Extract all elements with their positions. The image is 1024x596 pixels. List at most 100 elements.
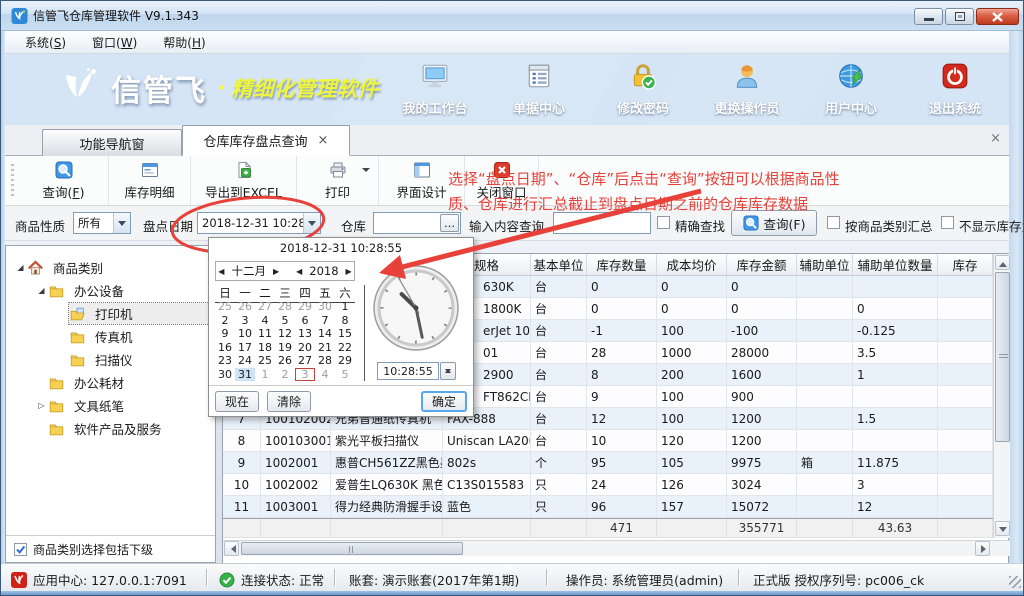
menu-item-0[interactable]: 系统(S) — [15, 32, 76, 53]
calendar-day[interactable]: 11 — [255, 327, 275, 341]
column-header-unit[interactable]: 基本单位 — [531, 254, 587, 275]
prev-year-icon[interactable]: ◀ — [294, 267, 304, 276]
banner-item-operator[interactable]: 更换操作员 — [707, 62, 787, 117]
table-row[interactable]: 111003001得力经典防滑握手设蓝色只961571507212 — [223, 496, 993, 518]
toolbar-print-button[interactable]: 打印 — [297, 156, 379, 205]
table-row[interactable]: 101002002爱普生LQ630K 黑色色C13S015583只2412630… — [223, 474, 993, 496]
calendar-day[interactable]: 21 — [315, 341, 335, 355]
column-header-price[interactable]: 成本均价 — [657, 254, 727, 275]
calendar-day[interactable]: 28 — [315, 354, 335, 368]
tree-item-1[interactable]: ◢办公设备 — [6, 279, 215, 302]
calendar-day[interactable]: 23 — [215, 354, 235, 368]
calendar-day[interactable]: 19 — [275, 341, 295, 355]
tree-item-2[interactable]: 打印机 — [6, 302, 215, 325]
exact-match-checkbox[interactable] — [657, 216, 670, 229]
calendar-day[interactable]: 26 — [275, 354, 295, 368]
scroll-left-button[interactable] — [224, 541, 239, 556]
ok-button[interactable]: 确定 — [421, 391, 467, 412]
time-stepper[interactable] — [440, 362, 456, 380]
calendar-day[interactable]: 31 — [235, 368, 255, 382]
calendar-day[interactable]: 29 — [335, 354, 355, 368]
tab-stock-check-query[interactable]: 仓库库存盘点查询 × — [182, 125, 350, 156]
banner-item-documents[interactable]: 单据中心 — [499, 62, 579, 117]
calendar-day[interactable]: 14 — [315, 327, 335, 341]
calendar-day[interactable]: 4 — [315, 368, 335, 382]
calendar-day[interactable]: 5 — [275, 314, 295, 328]
calendar-day[interactable]: 30 — [215, 368, 235, 382]
product-nature-select[interactable]: 所有 — [73, 212, 131, 234]
calendar-day[interactable]: 28 — [275, 300, 295, 314]
toolbar-search-button[interactable]: 查询(F) — [19, 156, 109, 205]
calendar-day[interactable]: 18 — [255, 341, 275, 355]
menu-item-2[interactable]: 帮助(H) — [153, 32, 215, 53]
tree-item-0[interactable]: ◢商品类别 — [6, 256, 215, 279]
calendar-day[interactable]: 8 — [335, 314, 355, 328]
now-button[interactable]: 现在 — [215, 391, 259, 412]
tree-expander-icon[interactable]: ▷ — [35, 401, 48, 410]
tree-item-5[interactable]: 办公耗材 — [6, 371, 215, 394]
banner-item-password[interactable]: 修改密码 — [603, 62, 683, 117]
tree-item-4[interactable]: 扫描仪 — [6, 348, 215, 371]
column-header-aux_qty[interactable]: 辅助单位数量 — [853, 254, 938, 275]
resize-grip[interactable] — [1009, 576, 1021, 588]
column-header-amount[interactable]: 库存金额 — [727, 254, 797, 275]
calendar-day[interactable]: 13 — [295, 327, 315, 341]
restore-button[interactable] — [945, 8, 974, 25]
banner-item-exit[interactable]: 退出系统 — [915, 62, 995, 117]
clear-button[interactable]: 清除 — [267, 391, 311, 412]
calendar-day[interactable]: 1 — [335, 300, 355, 314]
chevron-down-icon[interactable] — [303, 213, 320, 233]
horizontal-scrollbar[interactable] — [223, 540, 1010, 556]
scroll-up-button[interactable] — [995, 255, 1010, 270]
calendar-day[interactable]: 3 — [235, 314, 255, 328]
toolbar-export-excel-button[interactable]: 导出到EXCEL — [191, 156, 297, 205]
table-row[interactable]: 8100103001紫光平板扫描仪Uniscan LA2000台10120120… — [223, 430, 993, 452]
calendar-day[interactable]: 17 — [235, 341, 255, 355]
menu-item-1[interactable]: 窗口(W) — [82, 32, 147, 53]
calendar-day[interactable]: 3 — [295, 368, 315, 382]
calendar-day[interactable]: 6 — [295, 314, 315, 328]
calendar-day[interactable]: 5 — [335, 368, 355, 382]
banner-item-workbench[interactable]: 我的工作台 — [395, 62, 475, 117]
calendar-day[interactable]: 2 — [215, 314, 235, 328]
column-header-qty[interactable]: 库存数量 — [587, 254, 657, 275]
calendar-day[interactable]: 27 — [295, 354, 315, 368]
calendar-day[interactable]: 27 — [255, 300, 275, 314]
group-by-category-checkbox[interactable] — [827, 216, 840, 229]
calendar-day[interactable]: 12 — [275, 327, 295, 341]
calendar-day[interactable]: 29 — [295, 300, 315, 314]
tab-close-icon[interactable]: × — [318, 133, 329, 148]
include-sublevel-checkbox[interactable] — [14, 543, 27, 556]
tree-item-7[interactable]: 软件产品及服务 — [6, 417, 215, 440]
calendar-day[interactable]: 15 — [335, 327, 355, 341]
calendar-day[interactable]: 30 — [315, 300, 335, 314]
tree-item-6[interactable]: ▷文具纸笔 — [6, 394, 215, 417]
calendar-day[interactable]: 22 — [335, 341, 355, 355]
calendar-day[interactable]: 25 — [215, 300, 235, 314]
calendar-day[interactable]: 10 — [235, 327, 255, 341]
calendar-day[interactable]: 26 — [235, 300, 255, 314]
next-year-icon[interactable]: ▶ — [344, 267, 354, 276]
toolbar-stock-detail-button[interactable]: 库存明细 — [109, 156, 191, 205]
calendar-day[interactable]: 7 — [315, 314, 335, 328]
scroll-down-button[interactable] — [995, 521, 1010, 536]
tree-expander-icon[interactable]: ◢ — [14, 263, 27, 272]
column-header-aux_unit[interactable]: 辅助单位 — [797, 254, 853, 275]
calendar-day[interactable]: 25 — [255, 354, 275, 368]
time-input[interactable]: 10:28:55 — [377, 362, 439, 380]
hide-zero-stock-checkbox[interactable] — [941, 216, 954, 229]
vertical-scroll-thumb[interactable] — [995, 272, 1010, 442]
column-header-more[interactable]: 库存 — [938, 254, 993, 275]
calendar-day[interactable]: 1 — [255, 368, 275, 382]
chevron-down-icon[interactable] — [362, 168, 370, 176]
calendar-day[interactable]: 2 — [275, 368, 295, 382]
check-date-picker[interactable]: 2018-12-31 10:28:55 — [197, 212, 321, 234]
tabstrip-close-icon[interactable]: × — [990, 131, 1001, 146]
banner-item-usercenter[interactable]: 用户中心 — [811, 62, 891, 117]
tree-item-3[interactable]: 传真机 — [6, 325, 215, 348]
prev-month-icon[interactable]: ◀ — [216, 267, 226, 276]
tab-function-nav[interactable]: 功能导航窗 — [42, 129, 182, 156]
calendar-day[interactable]: 9 — [215, 327, 235, 341]
tree-expander-icon[interactable]: ◢ — [35, 286, 48, 295]
calendar-day[interactable]: 24 — [235, 354, 255, 368]
